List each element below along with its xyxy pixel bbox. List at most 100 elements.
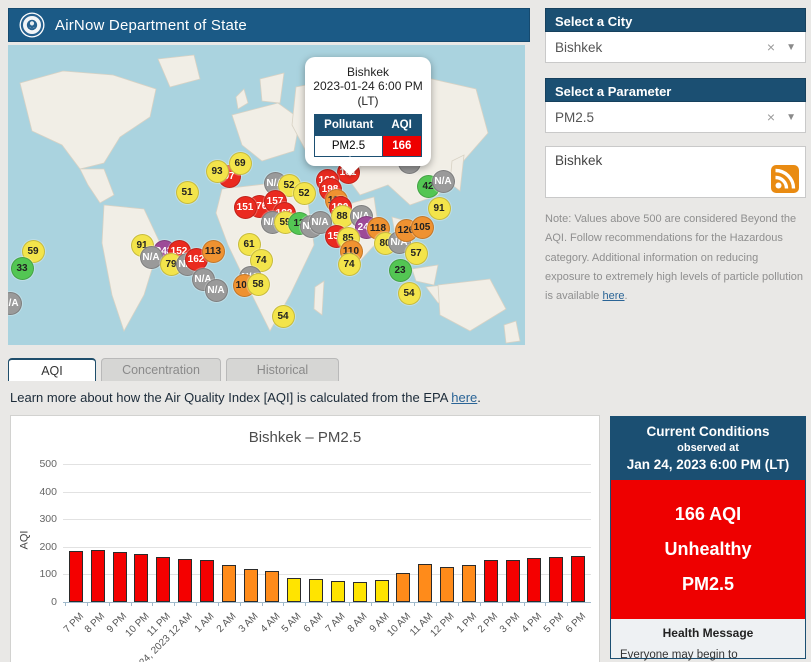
app-header: AirNow Department of State xyxy=(8,8,530,42)
health-message-section: Health Message Everyone may begin to exp… xyxy=(611,619,805,662)
current-conditions-title: Current Conditions xyxy=(646,424,770,439)
aqi-bar[interactable] xyxy=(221,565,236,602)
aqi-bar[interactable] xyxy=(571,556,586,602)
current-aqi-category: Unhealthy xyxy=(664,539,752,560)
note-here-link[interactable]: here xyxy=(602,290,624,302)
aqi-bar[interactable] xyxy=(396,572,411,602)
aqi-bar[interactable] xyxy=(483,560,498,602)
aqi-chart-panel: Bishkek – PM2.5 0 100 200 300 400 500 AQI 7 PM 8… xyxy=(10,415,600,662)
map-marker[interactable]: 113 xyxy=(201,239,225,263)
y-axis-tick-label: 0 xyxy=(51,596,57,608)
parameter-clear-icon[interactable]: × xyxy=(760,109,782,125)
map-marker[interactable]: 52 xyxy=(292,181,316,205)
aqi-bar[interactable] xyxy=(549,556,564,602)
x-axis-tick xyxy=(523,602,525,606)
aqi-bar[interactable] xyxy=(156,557,171,602)
aqi-bar[interactable] xyxy=(527,558,542,602)
current-aqi-block: 166 AQI Unhealthy PM2.5 xyxy=(611,480,805,620)
city-caret-icon[interactable]: ▼ xyxy=(782,42,796,53)
popup-timezone: (LT) xyxy=(357,94,379,108)
aqi-bar[interactable] xyxy=(309,579,324,602)
health-message-text: Everyone may begin to experience health … xyxy=(620,649,738,662)
map-marker[interactable]: N/A xyxy=(204,278,228,302)
aqi-bar[interactable] xyxy=(243,569,258,602)
aqi-bar[interactable] xyxy=(418,564,433,602)
map-marker[interactable]: N/A xyxy=(431,169,455,193)
parameter-caret-icon[interactable]: ▼ xyxy=(782,112,796,123)
x-axis-tick xyxy=(327,602,328,606)
map-marker[interactable]: 151 xyxy=(233,195,257,219)
map-marker[interactable]: 105 xyxy=(410,215,434,239)
world-aqi-map[interactable]: N/A593351979369N/A5252176151157182N/A591… xyxy=(8,45,525,345)
health-message-title: Health Message xyxy=(662,626,754,641)
x-axis-tick xyxy=(261,602,263,606)
map-marker[interactable]: 54 xyxy=(271,304,295,328)
aqi-bar[interactable] xyxy=(461,564,476,602)
map-marker[interactable]: 54 xyxy=(397,281,421,305)
parameter-select-group: Select a Parameter PM2.5 × ▼ xyxy=(545,78,806,133)
city-clear-icon[interactable]: × xyxy=(760,39,782,55)
x-axis-tick xyxy=(174,602,176,606)
y-axis-tick-label: 300 xyxy=(39,513,57,526)
gridline xyxy=(63,546,591,548)
map-marker[interactable]: 74 xyxy=(337,252,361,276)
map-marker[interactable]: 93 xyxy=(205,159,229,183)
aqi-bar[interactable] xyxy=(352,581,367,602)
map-marker[interactable]: 58 xyxy=(246,272,270,296)
current-aqi-pollutant: PM2.5 xyxy=(681,574,735,595)
aqi-bar[interactable] xyxy=(112,552,127,602)
aqi-bar[interactable] xyxy=(134,554,149,602)
x-axis-tick xyxy=(479,602,481,606)
aqi-bar[interactable] xyxy=(440,566,455,602)
aqi-bar[interactable] xyxy=(199,560,214,602)
observed-datetime: Jan 24, 2023 6:00 PM (LT) xyxy=(626,457,790,472)
tab-historical-label: Historical xyxy=(256,363,309,377)
epa-here-link[interactable]: here xyxy=(451,390,477,405)
y-axis-label: AQI xyxy=(18,530,31,550)
x-axis-tick xyxy=(567,602,569,606)
map-marker[interactable]: N/A xyxy=(8,291,22,315)
map-marker[interactable]: 69 xyxy=(228,151,252,175)
city-select-value: Bishkek xyxy=(555,39,603,55)
aqi-bar[interactable] xyxy=(505,559,520,602)
aqi-bar[interactable] xyxy=(68,551,83,602)
tab-historical[interactable]: Historical xyxy=(226,358,339,381)
aqi-bar[interactable] xyxy=(265,571,280,602)
rss-feed-icon[interactable] xyxy=(771,165,799,193)
y-axis-tick-label: 400 xyxy=(39,485,57,498)
popup-table: Pollutant AQI PM2.5 166 xyxy=(314,114,422,157)
current-conditions-panel: Current Conditions observed at Jan 24, 2… xyxy=(610,416,806,662)
x-axis-label-text: 6 PM xyxy=(563,611,588,636)
parameter-select[interactable]: PM2.5 × ▼ xyxy=(545,102,806,133)
aqi-bar[interactable] xyxy=(330,581,345,602)
x-axis-tick xyxy=(392,602,394,606)
popup-aqi-value: 166 xyxy=(381,135,422,157)
popup-datetime: 2023-01-24 6:00 PM xyxy=(313,79,423,93)
parameter-select-value: PM2.5 xyxy=(555,109,595,125)
x-axis-tick xyxy=(370,602,372,606)
x-axis-tick xyxy=(414,602,416,606)
x-axis-tick xyxy=(436,602,438,606)
feed-city-label: Bishkek xyxy=(555,153,603,168)
aqi-bar-chart: 0 100 200 300 400 500 AQI 7 PM 8 PM 9 PM 10 PM 11 P… xyxy=(11,416,599,662)
note-period: . xyxy=(624,290,628,302)
current-conditions-header: Current Conditions observed at Jan 24, 2… xyxy=(611,417,805,480)
aqi-bar[interactable] xyxy=(287,577,302,602)
x-axis-tick xyxy=(152,602,154,606)
aqi-bar[interactable] xyxy=(90,549,105,602)
map-marker[interactable]: 51 xyxy=(175,180,199,204)
x-axis-tick xyxy=(65,602,66,606)
tab-aqi[interactable]: AQI xyxy=(8,358,96,381)
gridline xyxy=(63,464,591,465)
department-of-state-seal-icon xyxy=(19,12,45,38)
aqi-bar[interactable] xyxy=(178,559,193,602)
map-marker[interactable]: 33 xyxy=(10,256,34,280)
popup-aqi-header: AQI xyxy=(382,114,422,136)
city-select[interactable]: Bishkek × ▼ xyxy=(545,32,806,63)
city-select-group: Select a City Bishkek × ▼ xyxy=(545,8,806,63)
city-select-header: Select a City xyxy=(545,8,806,32)
aqi-bar[interactable] xyxy=(374,579,389,602)
map-marker[interactable]: 23 xyxy=(388,258,412,282)
map-marker[interactable]: 91 xyxy=(427,196,451,220)
tab-concentration[interactable]: Concentration xyxy=(101,358,221,381)
